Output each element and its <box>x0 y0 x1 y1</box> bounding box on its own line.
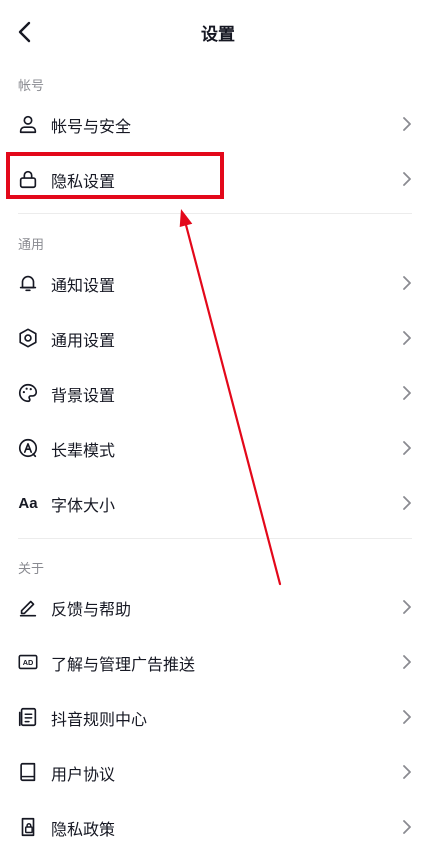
highlight-box <box>6 152 224 199</box>
section-label-account: 帐号 <box>18 79 45 94</box>
settings-item-ads[interactable]: AD 了解与管理广告推送 <box>0 636 436 688</box>
palette-icon <box>16 381 40 405</box>
settings-item-user-agreement[interactable]: 用户协议 <box>0 746 436 798</box>
settings-item-notifications[interactable]: 通知设置 <box>0 257 436 309</box>
chevron-right-icon <box>403 441 411 455</box>
elder-mode-icon <box>16 436 40 460</box>
settings-item-label: 隐私政策 <box>51 820 116 839</box>
settings-item-rules-center[interactable]: 抖音规则中心 <box>0 691 436 743</box>
divider <box>18 538 412 539</box>
document-icon <box>16 705 40 729</box>
chevron-right-icon <box>403 386 411 400</box>
section-label-about: 关于 <box>18 562 45 577</box>
book-icon <box>16 760 40 784</box>
settings-item-feedback[interactable]: 反馈与帮助 <box>0 581 436 633</box>
settings-item-background[interactable]: 背景设置 <box>0 367 436 419</box>
chevron-right-icon <box>403 117 411 131</box>
settings-item-label: 抖音规则中心 <box>51 710 148 729</box>
chevron-right-icon <box>403 172 411 186</box>
settings-item-label: 了解与管理广告推送 <box>51 655 196 674</box>
settings-item-account-security[interactable]: 帐号与安全 <box>0 98 436 150</box>
chevron-right-icon <box>403 331 411 345</box>
settings-item-label: 通用设置 <box>51 331 116 350</box>
gear-icon <box>16 326 40 350</box>
font-size-icon: Aa <box>18 494 38 512</box>
chevron-right-icon <box>403 496 411 510</box>
pencil-icon <box>16 595 40 619</box>
settings-item-label: 帐号与安全 <box>51 117 132 136</box>
chevron-right-icon <box>403 655 411 669</box>
user-icon <box>16 112 40 136</box>
chevron-right-icon <box>403 820 411 834</box>
chevron-right-icon <box>403 276 411 290</box>
chevron-right-icon <box>403 600 411 614</box>
settings-item-font-size[interactable]: Aa 字体大小 <box>0 477 436 529</box>
privacy-policy-icon <box>16 815 40 839</box>
section-label-general: 通用 <box>18 238 45 253</box>
settings-item-privacy-policy[interactable]: 隐私政策 <box>0 801 436 853</box>
settings-item-label: 长辈模式 <box>51 441 116 460</box>
settings-item-elder-mode[interactable]: 长辈模式 <box>0 422 436 474</box>
settings-item-label: 背景设置 <box>51 386 116 405</box>
divider <box>18 213 412 214</box>
chevron-right-icon <box>403 765 411 779</box>
settings-item-label: 反馈与帮助 <box>51 600 132 619</box>
settings-item-general[interactable]: 通用设置 <box>0 312 436 364</box>
header: 设置 <box>0 0 436 64</box>
svg-text:AD: AD <box>23 658 34 667</box>
settings-item-label: 通知设置 <box>51 276 116 295</box>
bell-icon <box>16 271 40 295</box>
ad-icon: AD <box>16 650 40 674</box>
chevron-right-icon <box>403 710 411 724</box>
page-title: 设置 <box>201 25 235 45</box>
settings-item-label: 用户协议 <box>51 765 116 784</box>
settings-item-label: 字体大小 <box>51 496 116 515</box>
